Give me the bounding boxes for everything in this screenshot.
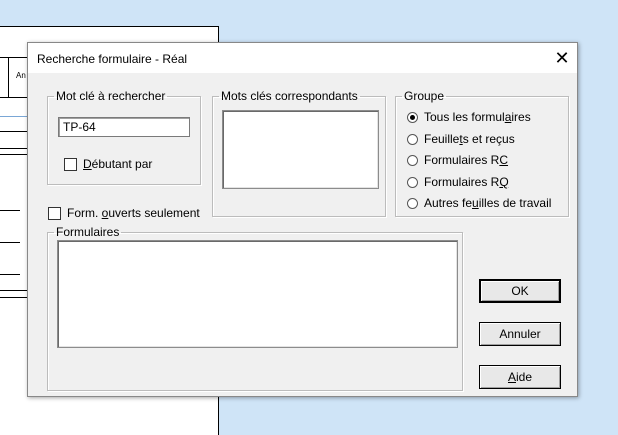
group-legend: Groupe xyxy=(404,89,445,103)
radio-label: Formulaires RC xyxy=(424,153,509,167)
checkbox-box[interactable] xyxy=(64,157,77,171)
help-button[interactable]: Aide xyxy=(479,365,561,389)
matching-keywords-legend: Mots clés correspondants xyxy=(221,89,358,103)
radio-label: Feuillets et reçus xyxy=(424,132,515,146)
bg-rule xyxy=(8,57,9,97)
dialog-titlebar[interactable]: Recherche formulaire - Réal ✕ xyxy=(28,43,577,73)
open-forms-only-checkbox[interactable]: Form. ouverts seulement xyxy=(48,206,200,220)
keyword-input[interactable] xyxy=(58,117,190,137)
starts-with-label: Débutant par xyxy=(83,157,153,171)
starts-with-checkbox[interactable]: Débutant par xyxy=(64,157,152,171)
checkbox-box[interactable] xyxy=(48,206,61,220)
search-form-dialog: Recherche formulaire - Réal ✕ Mot clé à … xyxy=(27,42,578,397)
dialog-title: Recherche formulaire - Réal xyxy=(37,52,188,66)
radio-button[interactable] xyxy=(407,176,418,188)
forms-list[interactable] xyxy=(57,240,458,348)
radio-label: Autres feuilles de travail xyxy=(424,196,552,210)
radio-label: Tous les formulaires xyxy=(424,110,531,124)
radio-rq-forms[interactable]: Formulaires RQ xyxy=(407,175,509,189)
radio-all-forms[interactable]: Tous les formulaires xyxy=(407,110,531,124)
bg-rule xyxy=(0,274,20,275)
radio-button[interactable] xyxy=(407,133,418,145)
close-icon[interactable]: ✕ xyxy=(547,43,577,73)
radio-button[interactable] xyxy=(407,111,418,123)
radio-other-worksheets[interactable]: Autres feuilles de travail xyxy=(407,196,551,210)
radio-rc-forms[interactable]: Formulaires RC xyxy=(407,153,508,167)
help-button-label: Aide xyxy=(507,370,533,384)
bg-cell-text: An xyxy=(16,71,26,80)
radio-button[interactable] xyxy=(407,197,418,209)
matching-keywords-list[interactable] xyxy=(222,110,379,189)
bg-rule xyxy=(0,210,20,211)
radio-button[interactable] xyxy=(407,154,418,166)
open-forms-only-label: Form. ouverts seulement xyxy=(67,206,200,220)
cancel-button[interactable]: Annuler xyxy=(479,322,561,346)
radio-label: Formulaires RQ xyxy=(424,175,509,189)
bg-rule xyxy=(0,297,27,298)
radio-slips-receipts[interactable]: Feuillets et reçus xyxy=(407,132,515,146)
bg-rule xyxy=(0,290,27,291)
keyword-legend: Mot clé à rechercher xyxy=(56,89,166,103)
bg-rule xyxy=(0,242,20,243)
ok-button[interactable]: OK xyxy=(479,279,561,303)
forms-legend: Formulaires xyxy=(56,225,120,239)
